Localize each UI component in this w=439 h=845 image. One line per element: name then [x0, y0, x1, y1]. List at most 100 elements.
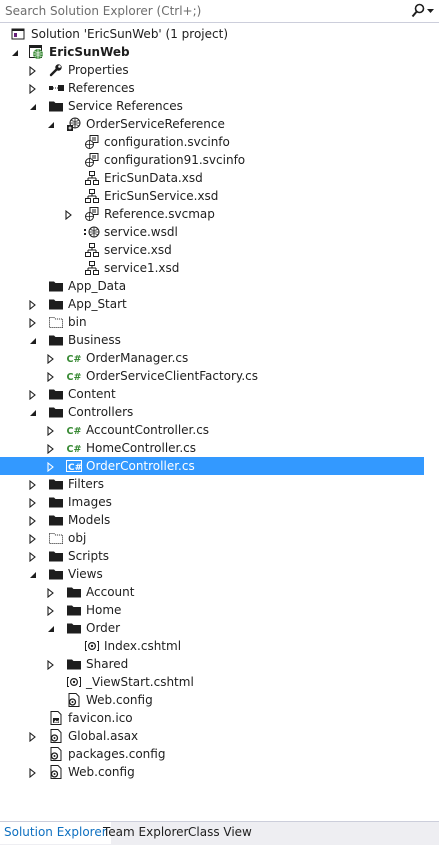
tab-solution-explorer[interactable]: Solution Explorer	[0, 822, 111, 844]
collapsed-arrow-icon[interactable]	[46, 443, 56, 455]
tree-item-app-start[interactable]: App_Start	[0, 295, 424, 313]
folder-icon	[66, 584, 82, 600]
tree-item-controllers[interactable]: Controllers	[0, 403, 424, 421]
tree-item-properties[interactable]: Properties	[0, 61, 424, 79]
tree-item-homecontroller-cs[interactable]: C# HomeController.cs	[0, 439, 424, 457]
collapsed-arrow-icon[interactable]	[46, 353, 56, 365]
svcinfo-file-icon	[84, 134, 100, 150]
tree-item-orderserviceclientfactory-cs[interactable]: C# OrderServiceClientFactory.cs	[0, 367, 424, 385]
tree-item-label: OrderServiceClientFactory.cs	[86, 369, 258, 383]
collapsed-arrow-icon[interactable]	[28, 479, 38, 491]
collapsed-arrow-icon[interactable]	[46, 371, 56, 383]
vertical-scrollbar[interactable]	[424, 23, 439, 821]
expanded-arrow-icon[interactable]	[28, 335, 38, 345]
config-file-icon	[66, 692, 82, 708]
svg-text:C#: C#	[67, 354, 82, 365]
tree-item-references[interactable]: References	[0, 79, 424, 97]
tree-item-favicon-ico[interactable]: favicon.ico	[0, 709, 424, 727]
tree-item-orderservicereference[interactable]: OrderServiceReference	[0, 115, 424, 133]
svg-text:C#: C#	[67, 426, 82, 437]
tree-item-index-cshtml[interactable]: Index.cshtml	[0, 637, 424, 655]
tree-item-business[interactable]: Business	[0, 331, 424, 349]
collapsed-arrow-icon[interactable]	[28, 497, 38, 509]
tree-item-viewstart-cshtml[interactable]: _ViewStart.cshtml	[0, 673, 424, 691]
search-input[interactable]	[0, 0, 405, 22]
collapsed-arrow-icon[interactable]	[28, 299, 38, 311]
collapsed-arrow-icon[interactable]	[28, 83, 38, 95]
folder-icon	[66, 602, 82, 618]
config-file-icon	[48, 728, 64, 744]
collapsed-arrow-icon[interactable]	[28, 515, 38, 527]
solution-explorer-window: Solution 'EricSunWeb' (1 project) EricSu…	[0, 0, 439, 845]
collapsed-arrow-icon[interactable]	[28, 767, 38, 779]
collapsed-arrow-icon[interactable]	[28, 533, 38, 545]
collapsed-arrow-icon[interactable]	[46, 605, 56, 617]
tree-item-views-order[interactable]: Order	[0, 619, 424, 637]
tree-item-configuration91-svcinfo[interactable]: configuration91.svcinfo	[0, 151, 424, 169]
tree-item-app-data[interactable]: App_Data	[0, 277, 424, 295]
csharp-file-icon: C#	[66, 422, 82, 438]
tree-item-label: References	[68, 81, 135, 95]
xsd-schema-icon	[84, 188, 100, 204]
tree-item-label: Content	[68, 387, 116, 401]
xsd-schema-icon	[84, 242, 100, 258]
tree-item-label: service.xsd	[104, 243, 172, 257]
collapsed-arrow-icon[interactable]	[28, 389, 38, 401]
tree-item-views[interactable]: Views	[0, 565, 424, 583]
collapsed-arrow-icon[interactable]	[28, 731, 38, 743]
xsd-schema-icon	[84, 260, 100, 276]
razor-file-icon	[66, 674, 82, 690]
tree-item-service-references[interactable]: Service References	[0, 97, 424, 115]
tree-item-views-home[interactable]: Home	[0, 601, 424, 619]
tree-item-label: OrderController.cs	[86, 459, 195, 473]
tree-item-ordermanager-cs[interactable]: C# OrderManager.cs	[0, 349, 424, 367]
tree-item-label: Service References	[68, 99, 183, 113]
tab-class-view[interactable]: Class View	[184, 822, 256, 844]
folder-icon	[48, 548, 64, 564]
expanded-arrow-icon[interactable]	[46, 119, 56, 129]
tree-item-global-asax[interactable]: Global.asax	[0, 727, 424, 745]
tree-item-accountcontroller-cs[interactable]: C# AccountController.cs	[0, 421, 424, 439]
tree-item-ericsunweb[interactable]: EricSunWeb	[0, 43, 424, 61]
tree-item-scripts[interactable]: Scripts	[0, 547, 424, 565]
tree-item-views-account[interactable]: Account	[0, 583, 424, 601]
tree-item-ericsundata-xsd[interactable]: EricSunData.xsd	[0, 169, 424, 187]
tree-item-filters[interactable]: Filters	[0, 475, 424, 493]
tree-item-views-shared[interactable]: Shared	[0, 655, 424, 673]
tab-team-explorer[interactable]: Team Explorer	[99, 822, 193, 844]
tree-item-service-xsd[interactable]: service.xsd	[0, 241, 424, 259]
tree-item-solution[interactable]: Solution 'EricSunWeb' (1 project)	[0, 25, 424, 43]
tree-item-obj[interactable]: obj	[0, 529, 424, 547]
collapsed-arrow-icon[interactable]	[46, 425, 56, 437]
collapsed-arrow-icon[interactable]	[46, 587, 56, 599]
tree-item-views-web-config[interactable]: Web.config	[0, 691, 424, 709]
tree-item-packages-config[interactable]: packages.config	[0, 745, 424, 763]
tree-item-content[interactable]: Content	[0, 385, 424, 403]
collapsed-arrow-icon[interactable]	[64, 209, 74, 221]
image-file-icon	[48, 710, 64, 726]
expanded-arrow-icon[interactable]	[28, 569, 38, 579]
tree-item-web-config[interactable]: Web.config	[0, 763, 424, 781]
tree-item-ericsunservice-xsd[interactable]: EricSunService.xsd	[0, 187, 424, 205]
tree-item-models[interactable]: Models	[0, 511, 424, 529]
tree-item-images[interactable]: Images	[0, 493, 424, 511]
expanded-arrow-icon[interactable]	[46, 623, 56, 633]
collapsed-arrow-icon[interactable]	[28, 317, 38, 329]
tree-item-service-wsdl[interactable]: service.wsdl	[0, 223, 424, 241]
expanded-arrow-icon[interactable]	[28, 407, 38, 417]
tree-item-reference-svcmap[interactable]: Reference.svcmap	[0, 205, 424, 223]
collapsed-arrow-icon[interactable]	[46, 659, 56, 671]
chevron-down-icon	[427, 9, 434, 13]
expanded-arrow-icon[interactable]	[28, 101, 38, 111]
expanded-arrow-icon[interactable]	[10, 47, 20, 57]
folder-icon	[48, 404, 64, 420]
tree-item-bin[interactable]: bin	[0, 313, 424, 331]
collapsed-arrow-icon[interactable]	[46, 461, 56, 473]
tree-item-ordercontroller-cs[interactable]: C# OrderController.cs	[0, 457, 424, 475]
tree-item-service1-xsd[interactable]: service1.xsd	[0, 259, 424, 277]
search-button[interactable]	[405, 0, 439, 22]
collapsed-arrow-icon[interactable]	[28, 65, 38, 77]
config-file-icon	[48, 746, 64, 762]
tree-item-configuration-svcinfo[interactable]: configuration.svcinfo	[0, 133, 424, 151]
collapsed-arrow-icon[interactable]	[28, 551, 38, 563]
